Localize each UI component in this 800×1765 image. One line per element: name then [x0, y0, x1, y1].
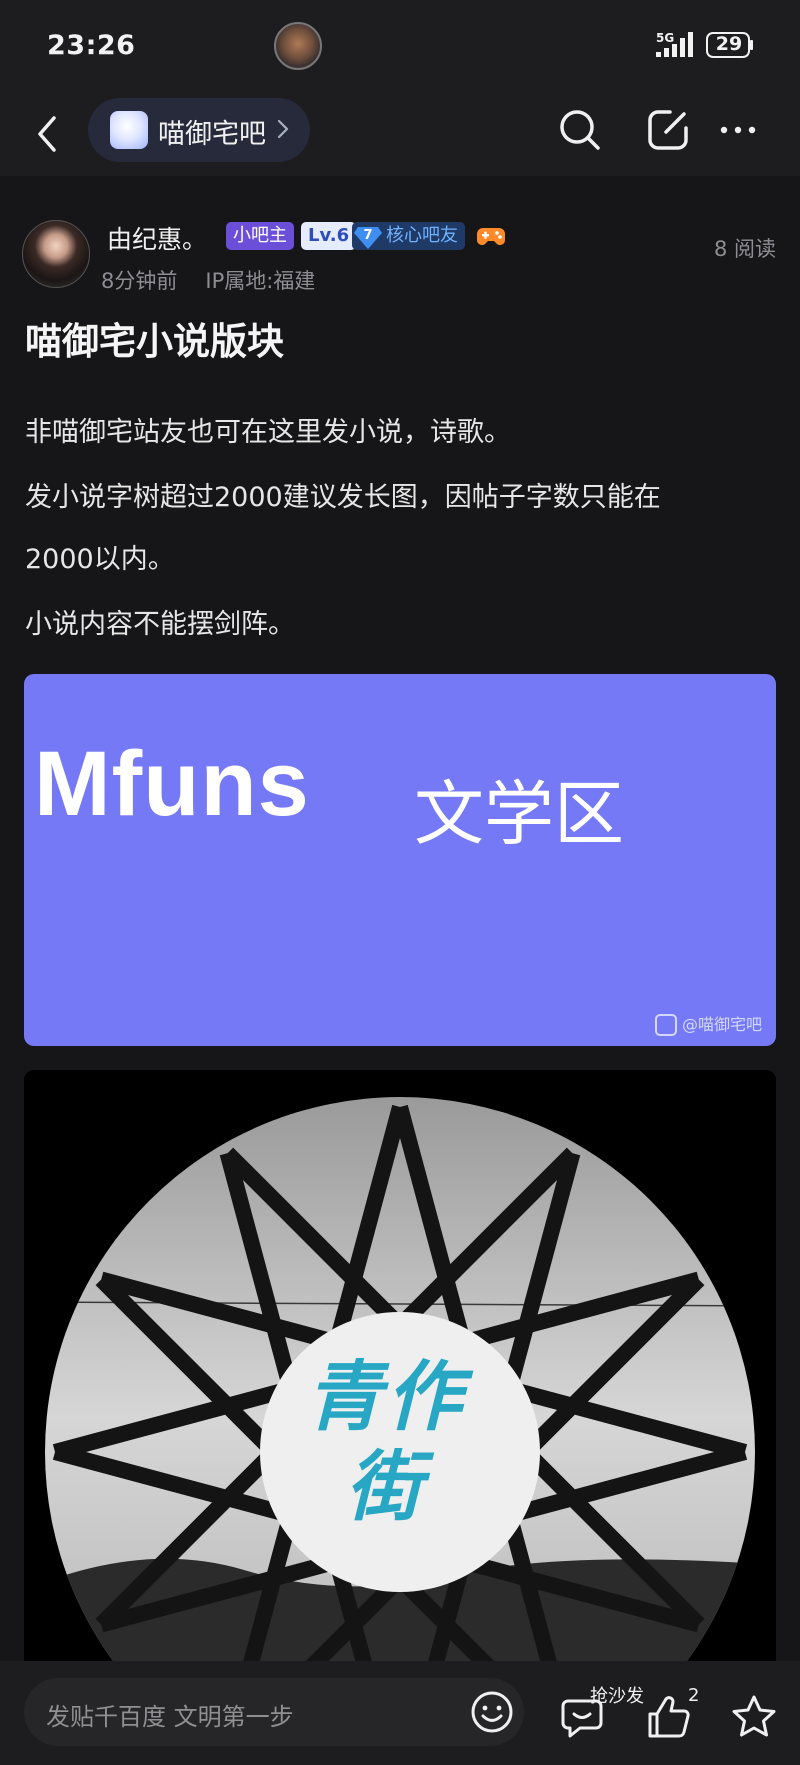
post-image-banner[interactable]: Mfuns 文学区 @喵御宅吧 [24, 674, 776, 1046]
signal-icon: 5G [656, 31, 693, 57]
forum-name: 喵御宅吧 [158, 119, 266, 150]
diamond-icon: 7 [354, 227, 382, 249]
top-nav: 喵御宅吧 [0, 92, 800, 176]
post-paragraph: 小说内容不能摆剑阵。 [25, 609, 295, 640]
post-image-logo[interactable]: 青作 街 [24, 1070, 776, 1670]
image-watermark: @喵御宅吧 [654, 1011, 762, 1036]
ip-location: IP属地:福建 [205, 269, 316, 293]
author-name[interactable]: 由纪惠。 [107, 220, 207, 256]
post-meta: 8分钟前 IP属地:福建 [101, 265, 343, 295]
owner-badge: 小吧主 [226, 222, 294, 250]
back-arrow-icon[interactable] [28, 106, 68, 162]
bottom-action-bar: 发贴千百度 文明第一步 抢沙发 2 [0, 1661, 800, 1765]
read-count: 8 阅读 [713, 237, 776, 261]
camera-cutout [274, 22, 322, 70]
like-count: 2 [688, 1685, 700, 1706]
author-avatar[interactable] [22, 220, 90, 288]
level-badge: Lv.6 [301, 222, 357, 250]
forum-entry-button[interactable]: 喵御宅吧 [88, 98, 310, 162]
banner-title-cjk: 文学区 [414, 773, 624, 855]
chevron-right-icon [277, 119, 289, 139]
gamepad-icon [477, 228, 505, 245]
status-bar: 23:26 5G 29 [0, 0, 800, 92]
forum-avatar [110, 111, 148, 149]
emoji-icon[interactable] [468, 1688, 516, 1736]
battery-level: 29 [715, 33, 743, 55]
thumbs-up-icon[interactable] [646, 1694, 692, 1740]
sofa-label: 抢沙发 [590, 1686, 644, 1707]
post-time: 8分钟前 [101, 269, 178, 293]
logo-text-line2: 街 [346, 1442, 422, 1531]
post-paragraph: 2000以内。 [25, 544, 175, 575]
watermark-icon [654, 1014, 677, 1036]
edit-icon[interactable] [644, 106, 692, 154]
svg-text:5G: 5G [656, 31, 674, 45]
reply-input-placeholder: 发贴千百度 文明第一步 [46, 1703, 294, 1731]
post-title: 喵御宅小说版块 [25, 320, 284, 363]
status-time: 23:26 [47, 30, 136, 61]
more-icon[interactable] [714, 106, 762, 154]
banner-title-latin: Mfuns [34, 733, 310, 835]
post-paragraph: 非喵御宅站友也可在这里发小说，诗歌。 [25, 417, 511, 448]
search-icon[interactable] [556, 106, 604, 154]
reply-input[interactable]: 发贴千百度 文明第一步 [24, 1678, 524, 1746]
svg-text:7: 7 [363, 228, 372, 243]
post-paragraph: 发小说字树超过2000建议发长图，因帖子字数只能在 [25, 482, 661, 513]
star-icon[interactable] [730, 1693, 778, 1741]
